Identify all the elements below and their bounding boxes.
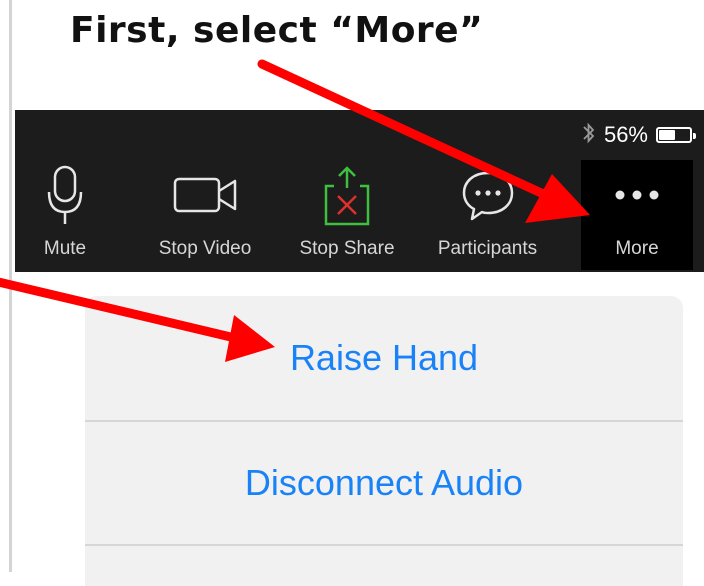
battery-icon [656, 127, 696, 143]
participants-button[interactable]: Participants [425, 160, 550, 270]
more-menu: Raise Hand Disconnect Audio [85, 296, 683, 586]
participants-label: Participants [437, 238, 538, 259]
battery-percent: 56% [603, 122, 648, 147]
meeting-toolbar: 56% Mute Stop Video Stop Share Participa… [15, 110, 704, 272]
stop-share-label: Stop Share [299, 238, 395, 259]
more-button[interactable]: More [581, 160, 693, 270]
participants-icon [460, 160, 516, 230]
ellipsis-icon [612, 160, 662, 230]
mute-label: Mute [43, 238, 87, 259]
stop-share-icon [322, 160, 372, 230]
bluetooth-icon [582, 121, 596, 150]
stop-share-button[interactable]: Stop Share [287, 160, 407, 270]
stop-video-label: Stop Video [158, 238, 252, 259]
microphone-icon [45, 160, 85, 230]
disconnect-audio-option[interactable]: Disconnect Audio [85, 422, 683, 546]
status-bar: 56% [582, 120, 696, 150]
frame-border [0, 0, 12, 572]
video-camera-icon [173, 160, 237, 230]
stop-video-button[interactable]: Stop Video [145, 160, 265, 270]
more-label: More [615, 238, 659, 259]
mute-button[interactable]: Mute [25, 160, 105, 270]
instruction-caption: First, select “More” [70, 10, 484, 51]
raise-hand-option[interactable]: Raise Hand [85, 296, 683, 422]
